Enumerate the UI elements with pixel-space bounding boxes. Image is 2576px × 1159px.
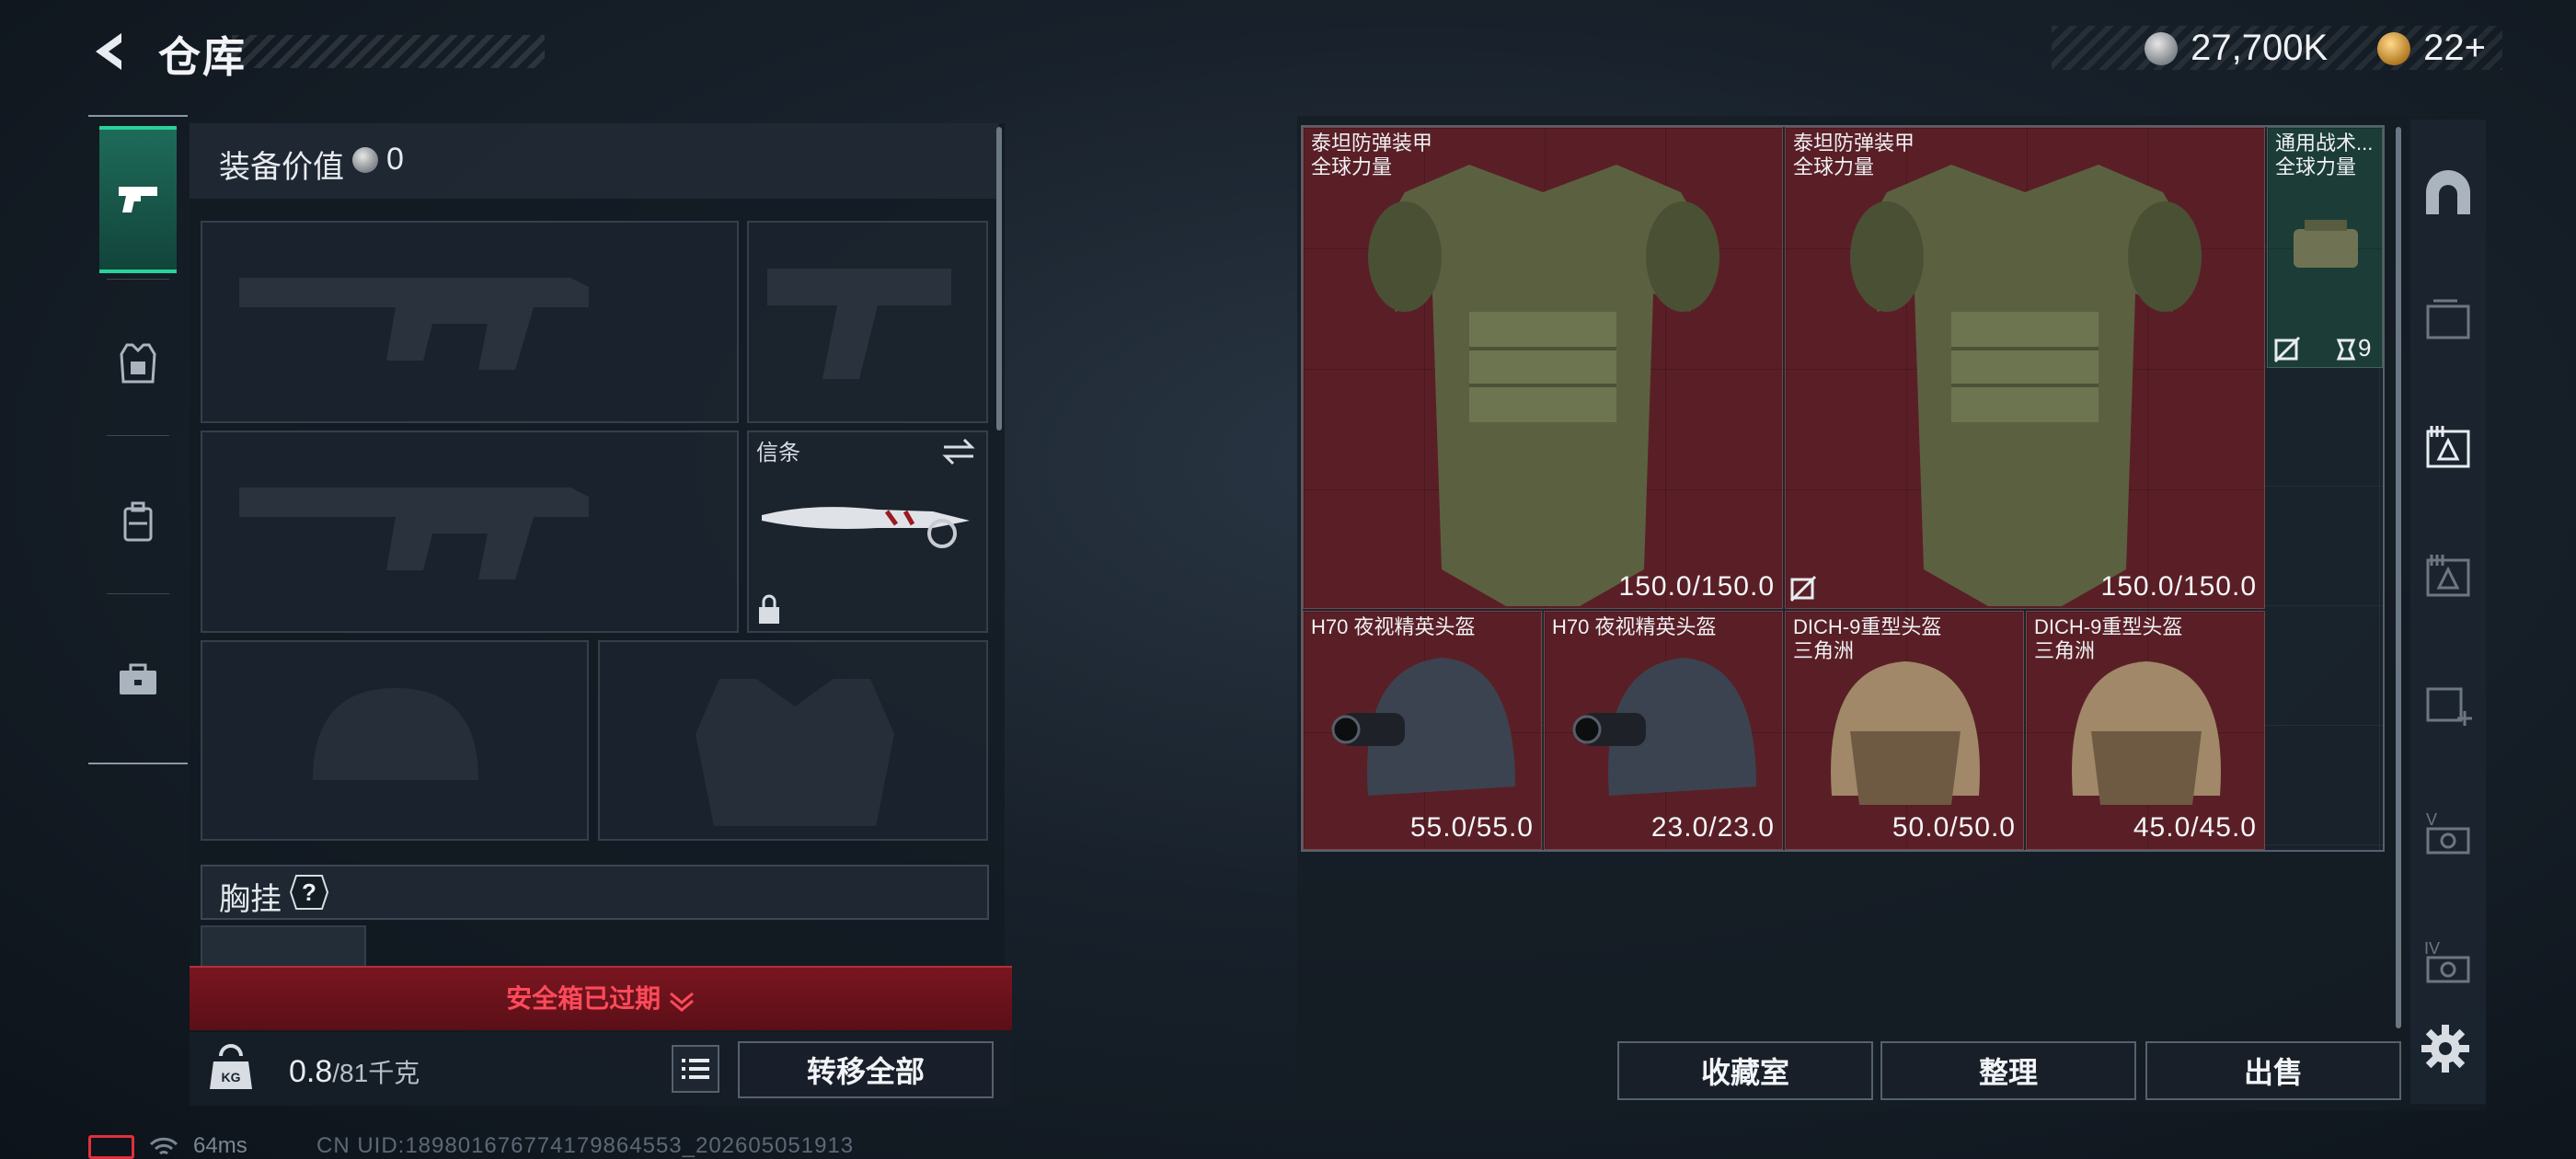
chest-rig-label: 胸挂 bbox=[219, 882, 282, 917]
equipment-tab-rail bbox=[88, 115, 188, 764]
stash-item[interactable]: H70 夜视精英头盔 23.0/23.0 bbox=[1544, 611, 1783, 850]
page-title: 仓库 bbox=[158, 33, 247, 81]
body-armor-icon bbox=[1368, 165, 1719, 606]
stash-1-icon[interactable] bbox=[2416, 414, 2480, 478]
equipment-scrollbar[interactable] bbox=[996, 127, 1002, 430]
equipment-value-label: 装备价值 bbox=[219, 150, 344, 185]
svg-text:IV: IV bbox=[2424, 939, 2440, 958]
sidearm-slot[interactable] bbox=[747, 221, 988, 423]
list-icon bbox=[682, 1059, 709, 1079]
helmet-slot[interactable] bbox=[201, 640, 589, 841]
chevron-down-icon bbox=[669, 992, 694, 1012]
tab-backpack[interactable] bbox=[99, 448, 177, 595]
tab-toolbox[interactable] bbox=[99, 606, 177, 753]
stash-iv-icon[interactable]: IV bbox=[2416, 929, 2480, 993]
ping-readout: 64ms bbox=[193, 1133, 247, 1158]
lock-icon bbox=[759, 594, 779, 624]
stash-item[interactable]: DICH-9重型头盔 三角洲 50.0/50.0 bbox=[1785, 611, 2024, 850]
gold-amount: 22+ bbox=[2423, 28, 2486, 68]
backpack-icon bbox=[123, 501, 153, 542]
rifle-silhouette-icon bbox=[239, 278, 589, 370]
briefcase-icon bbox=[120, 663, 156, 694]
currency-display: 27,700K 22+ bbox=[2145, 28, 2486, 69]
sell-button[interactable]: 出售 bbox=[2145, 1041, 2401, 1100]
weight-icon: KG bbox=[210, 1044, 252, 1089]
swap-icon[interactable] bbox=[940, 436, 977, 467]
stash-item[interactable]: H70 夜视精英头盔 55.0/55.0 bbox=[1303, 611, 1542, 850]
tab-armor[interactable] bbox=[99, 290, 177, 437]
uid-readout: CN UID:1898016767741798645​53_2026050519… bbox=[316, 1133, 855, 1158]
stash-item[interactable]: 通用战术... 全球力量 9 bbox=[2267, 127, 2383, 368]
silver-coin-icon bbox=[2145, 31, 2179, 65]
collection-room-button[interactable]: 收藏室 bbox=[1617, 1041, 1873, 1100]
stack-icon bbox=[2336, 339, 2356, 361]
stack-count: 9 bbox=[2358, 334, 2372, 361]
item-durability: 55.0/55.0 bbox=[1409, 812, 1534, 843]
helmet-silhouette-icon bbox=[313, 688, 478, 780]
arch-icon[interactable] bbox=[2416, 160, 2480, 224]
stash-item[interactable]: DICH-9重型头盔 三角洲 45.0/45.0 bbox=[2026, 611, 2265, 850]
safe-box-expired-text: 安全箱已过期 bbox=[190, 979, 1012, 1016]
stash-item[interactable]: 泰坦防弹装甲 全球力量 150.0/150.0 bbox=[1785, 127, 2265, 609]
battery-icon bbox=[88, 1135, 134, 1159]
body-armor-icon bbox=[1850, 165, 2202, 606]
primary-weapon-slot[interactable] bbox=[201, 221, 739, 423]
rifle-silhouette-icon bbox=[239, 488, 589, 580]
equipment-value: 0 bbox=[386, 142, 404, 177]
vest-icon bbox=[120, 343, 156, 384]
melee-slot-label: 信条 bbox=[756, 441, 800, 465]
pistol-icon bbox=[119, 187, 157, 212]
item-durability: 150.0/150.0 bbox=[1618, 571, 1775, 602]
stash-item[interactable]: 泰坦防弹装甲 全球力量 150.0/150.0 bbox=[1303, 127, 1783, 609]
ammo-crate-icon[interactable] bbox=[2416, 285, 2480, 350]
pistol-silhouette-icon bbox=[767, 269, 951, 379]
back-icon[interactable] bbox=[85, 26, 136, 77]
item-durability: 23.0/23.0 bbox=[1650, 812, 1775, 843]
vest-silhouette-icon bbox=[696, 679, 894, 826]
stash-scrollbar[interactable] bbox=[2396, 127, 2401, 1028]
item-durability: 45.0/45.0 bbox=[2133, 812, 2257, 843]
silver-amount: 27,700K bbox=[2191, 28, 2329, 68]
stash-v-icon[interactable]: V bbox=[2416, 800, 2480, 865]
not-marked-icon bbox=[2273, 336, 2301, 363]
body-armor-slot[interactable] bbox=[598, 640, 988, 841]
title-decoration bbox=[232, 35, 545, 68]
weight-readout: 0.8/81千克 bbox=[289, 1054, 420, 1089]
svg-text:KG: KG bbox=[222, 1070, 241, 1084]
add-stash-icon[interactable] bbox=[2416, 671, 2480, 736]
wifi-icon bbox=[149, 1137, 178, 1155]
help-icon[interactable]: ? bbox=[285, 874, 329, 911]
sort-button[interactable]: 整理 bbox=[1880, 1041, 2136, 1100]
svg-text:V: V bbox=[2426, 810, 2437, 829]
item-durability: 150.0/150.0 bbox=[2100, 571, 2257, 602]
svg-text:?: ? bbox=[302, 878, 316, 906]
item-durability: 50.0/50.0 bbox=[1892, 812, 2016, 843]
transfer-all-button[interactable]: 转移全部 bbox=[738, 1041, 994, 1098]
stash-2-icon[interactable] bbox=[2416, 543, 2480, 607]
tab-weapons[interactable] bbox=[99, 126, 177, 273]
value-coin-icon bbox=[352, 147, 378, 173]
chest-rig-slot[interactable] bbox=[201, 925, 366, 970]
gear-icon[interactable] bbox=[2418, 1021, 2473, 1076]
list-view-button[interactable] bbox=[672, 1045, 719, 1093]
gold-coin-icon bbox=[2377, 31, 2411, 65]
secondary-weapon-slot[interactable] bbox=[201, 430, 739, 633]
not-marked-icon bbox=[1789, 575, 1817, 602]
